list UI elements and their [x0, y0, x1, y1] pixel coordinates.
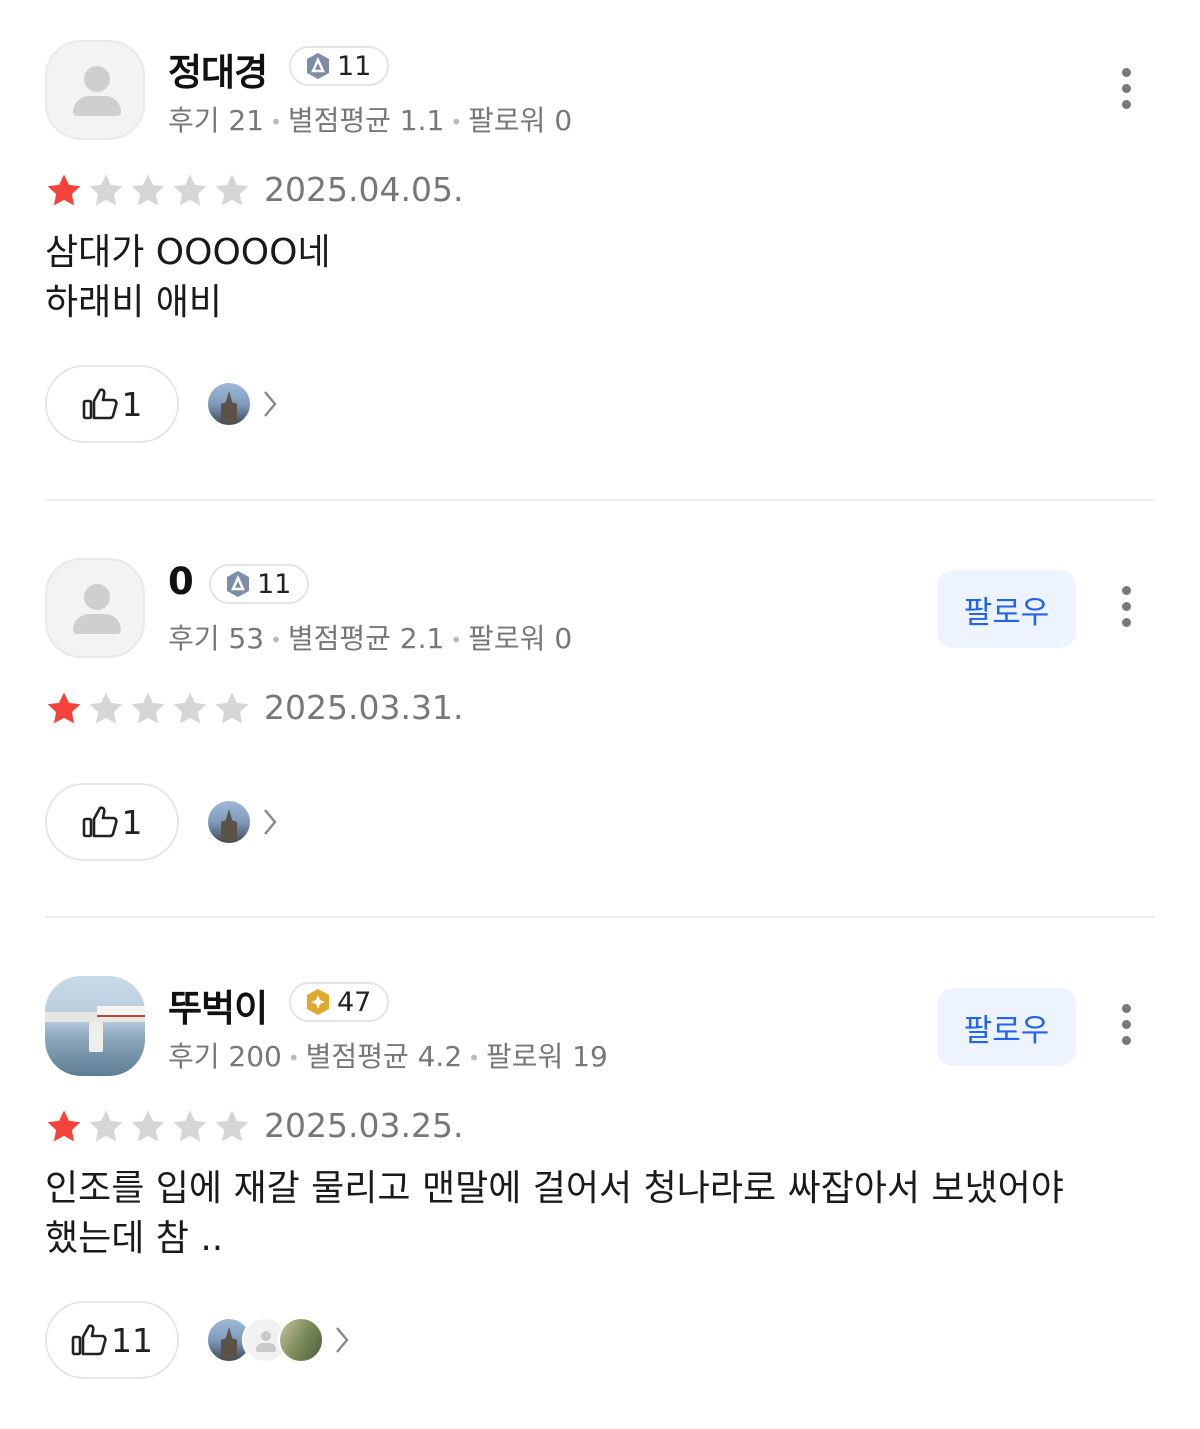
star-empty-icon — [89, 1110, 123, 1142]
chevron-right-icon — [264, 809, 277, 835]
star-empty-icon — [173, 692, 207, 724]
level-shield-icon — [307, 53, 329, 79]
thumbs-up-icon — [82, 806, 118, 838]
star-filled-icon — [47, 692, 81, 724]
follow-button[interactable]: 팔로우 — [937, 570, 1076, 648]
reactor-avatar — [278, 1317, 324, 1363]
more-options-icon[interactable] — [1110, 64, 1144, 114]
review-text: 인조를 입에 재갈 물리고 맨말에 걸어서 청나라로 싸잡아서 보냈어야 했는데… — [45, 1168, 1064, 1259]
user-stats: 후기 200 • 별점평균 4.2 • 팔로워 19 — [168, 1040, 608, 1073]
chevron-right-icon — [336, 1327, 349, 1353]
star-filled-icon — [47, 174, 81, 206]
rating-average: 별점평균 1.1 — [287, 104, 445, 137]
user-avatar[interactable] — [45, 558, 145, 658]
user-name[interactable]: 정대경 — [168, 42, 268, 96]
reactors-list[interactable] — [206, 1316, 350, 1364]
star-empty-icon — [173, 1110, 207, 1142]
level-badge: 47 — [289, 982, 390, 1022]
review-date: 2025.03.25. — [264, 1106, 464, 1145]
star-rating — [45, 690, 255, 728]
reactor-avatar — [206, 799, 252, 845]
review-date: 2025.03.31. — [264, 688, 464, 727]
star-empty-icon — [215, 692, 249, 724]
more-options-icon[interactable] — [1110, 1000, 1144, 1050]
star-rating — [45, 172, 255, 210]
review-count: 후기 53 — [168, 622, 265, 655]
level-number: 11 — [337, 50, 372, 82]
review-count: 후기 21 — [168, 104, 265, 137]
level-shield-icon — [307, 989, 329, 1015]
star-empty-icon — [215, 174, 249, 206]
level-shield-icon — [227, 571, 249, 597]
review-text: 삼대가 OOOOO네 하래비 애비 — [45, 232, 331, 323]
like-count: 1 — [121, 802, 143, 842]
level-badge: 11 — [289, 46, 390, 86]
chevron-right-icon — [264, 391, 277, 417]
user-avatar[interactable] — [45, 976, 145, 1076]
follower-count: 팔로워 0 — [468, 622, 573, 655]
rating-average: 별점평균 4.2 — [305, 1040, 463, 1073]
reactors-list[interactable] — [206, 798, 278, 846]
level-number: 47 — [337, 986, 372, 1018]
like-count: 11 — [111, 1320, 153, 1360]
rating-average: 별점평균 2.1 — [287, 622, 445, 655]
star-rating — [45, 1108, 255, 1146]
follower-count: 팔로워 0 — [468, 104, 573, 137]
reactors-list[interactable] — [206, 380, 278, 428]
thumbs-up-icon — [82, 388, 118, 420]
star-filled-icon — [47, 1110, 81, 1142]
star-empty-icon — [131, 692, 165, 724]
more-options-icon[interactable] — [1110, 582, 1144, 632]
user-name[interactable]: 0 — [168, 560, 194, 603]
follower-count: 팔로워 19 — [485, 1040, 608, 1073]
star-empty-icon — [131, 1110, 165, 1142]
review-count: 후기 200 — [168, 1040, 282, 1073]
user-stats: 후기 53 • 별점평균 2.1 • 팔로워 0 — [168, 622, 573, 655]
like-button[interactable]: 1 — [45, 783, 179, 861]
review-date: 2025.04.05. — [264, 170, 464, 209]
level-badge: 11 — [209, 564, 310, 604]
like-button[interactable]: 11 — [45, 1301, 179, 1379]
star-empty-icon — [89, 692, 123, 724]
user-name[interactable]: 뚜벅이 — [168, 978, 268, 1032]
star-empty-icon — [215, 1110, 249, 1142]
follow-button[interactable]: 팔로우 — [937, 988, 1076, 1066]
thumbs-up-icon — [71, 1324, 107, 1356]
user-stats: 후기 21 • 별점평균 1.1 • 팔로워 0 — [168, 104, 573, 137]
star-empty-icon — [131, 174, 165, 206]
like-button[interactable]: 1 — [45, 365, 179, 443]
user-avatar[interactable] — [45, 40, 145, 140]
divider — [45, 499, 1155, 501]
like-count: 1 — [121, 384, 143, 424]
divider — [45, 916, 1155, 918]
level-number: 11 — [257, 568, 292, 600]
star-empty-icon — [89, 174, 123, 206]
reactor-avatar — [206, 381, 252, 427]
star-empty-icon — [173, 174, 207, 206]
